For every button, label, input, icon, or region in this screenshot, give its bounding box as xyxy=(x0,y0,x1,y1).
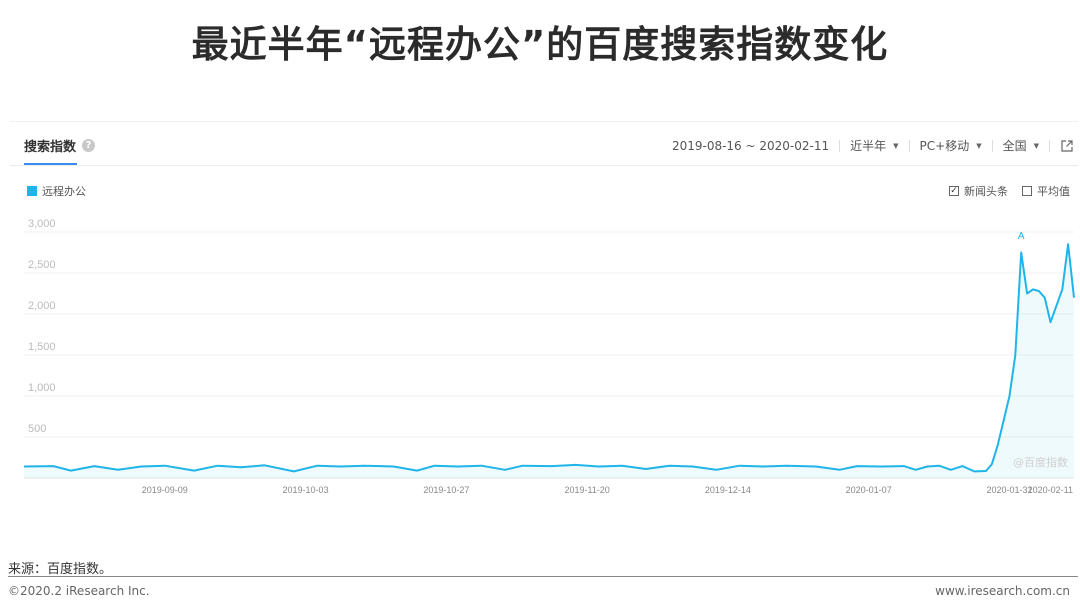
website-url: www.iresearch.com.cn xyxy=(935,584,1070,598)
x-tick-label: 2020-02-11 xyxy=(1028,485,1073,495)
news-headline-label: 新闻头条 xyxy=(964,185,1008,198)
external-link-icon[interactable] xyxy=(1060,139,1074,153)
y-tick-label: 2,000 xyxy=(28,300,56,312)
device-dropdown-label: PC+移动 xyxy=(919,139,970,153)
x-tick-label: 2019-10-27 xyxy=(423,485,469,495)
y-tick-label: 3,000 xyxy=(28,218,56,230)
average-value-label: 平均值 xyxy=(1037,185,1070,198)
toolbar-divider xyxy=(10,165,1078,166)
period-dropdown-label: 近半年 xyxy=(850,139,887,153)
y-tick-label: 1,000 xyxy=(28,382,56,394)
chevron-down-icon: ▼ xyxy=(976,141,982,150)
chart-toolbar: 2019-08-16 ~ 2020-02-11 近半年 ▼ PC+移动 ▼ 全国… xyxy=(662,137,1074,154)
x-tick-label: 2019-11-20 xyxy=(564,485,609,495)
y-tick-label: 2,500 xyxy=(28,259,56,271)
search-index-chart: 5001,0001,5002,0002,5003,000 2019-09-09 2… xyxy=(23,218,1075,495)
x-tick-label: 2019-12-14 xyxy=(705,485,751,495)
x-tick-label: 2020-01-07 xyxy=(846,485,892,495)
chevron-down-icon: ▼ xyxy=(893,141,899,150)
y-axis-ticks: 500 1,000 1,500 2,000 2,500 3,000 xyxy=(28,218,56,435)
region-dropdown[interactable]: 全国 ▼ xyxy=(993,137,1049,154)
footer-divider xyxy=(8,576,1078,577)
chart-options: ✓ 新闻头条 平均值 xyxy=(949,183,1070,199)
device-dropdown[interactable]: PC+移动 ▼ xyxy=(910,137,992,154)
source-note: 来源：百度指数。 xyxy=(8,562,113,577)
copyright: ©2020.2 iResearch Inc. xyxy=(8,584,150,598)
x-tick-label: 2020-01-31 xyxy=(986,485,1032,495)
x-tick-label: 2019-09-09 xyxy=(142,485,188,495)
region-dropdown-label: 全国 xyxy=(1002,139,1027,153)
series-area-fill xyxy=(24,244,1074,478)
period-dropdown[interactable]: 近半年 ▼ xyxy=(840,137,908,154)
legend-swatch xyxy=(27,186,37,196)
legend-label: 远程办公 xyxy=(42,185,86,198)
tab-search-index[interactable]: 搜索指数 ? xyxy=(24,136,96,155)
x-axis-ticks: 2019-09-09 2019-10-03 2019-10-27 2019-11-20… xyxy=(142,485,1073,495)
annotation-label[interactable]: A xyxy=(1018,231,1025,242)
checkbox-checked-icon: ✓ xyxy=(949,186,959,196)
y-tick-label: 500 xyxy=(28,423,46,435)
average-value-checkbox[interactable]: 平均值 xyxy=(1022,183,1070,199)
tab-search-index-label: 搜索指数 xyxy=(24,140,77,155)
chevron-down-icon: ▼ xyxy=(1033,141,1039,150)
x-tick-label: 2019-10-03 xyxy=(283,485,329,495)
panel-top-divider xyxy=(10,121,1078,122)
toolbar-separator xyxy=(1049,139,1050,152)
date-range-display[interactable]: 2019-08-16 ~ 2020-02-11 xyxy=(662,139,839,153)
watermark: @百度指数 xyxy=(1013,455,1068,469)
y-tick-label: 1,500 xyxy=(28,341,56,353)
checkbox-empty-icon xyxy=(1022,186,1032,196)
help-icon[interactable]: ? xyxy=(82,139,96,152)
grid-lines xyxy=(24,231,1074,479)
news-headline-checkbox[interactable]: ✓ 新闻头条 xyxy=(949,183,1008,199)
page-title: 最近半年“远程办公”的百度搜索指数变化 xyxy=(191,23,889,66)
chart-legend: 远程办公 xyxy=(27,183,86,199)
